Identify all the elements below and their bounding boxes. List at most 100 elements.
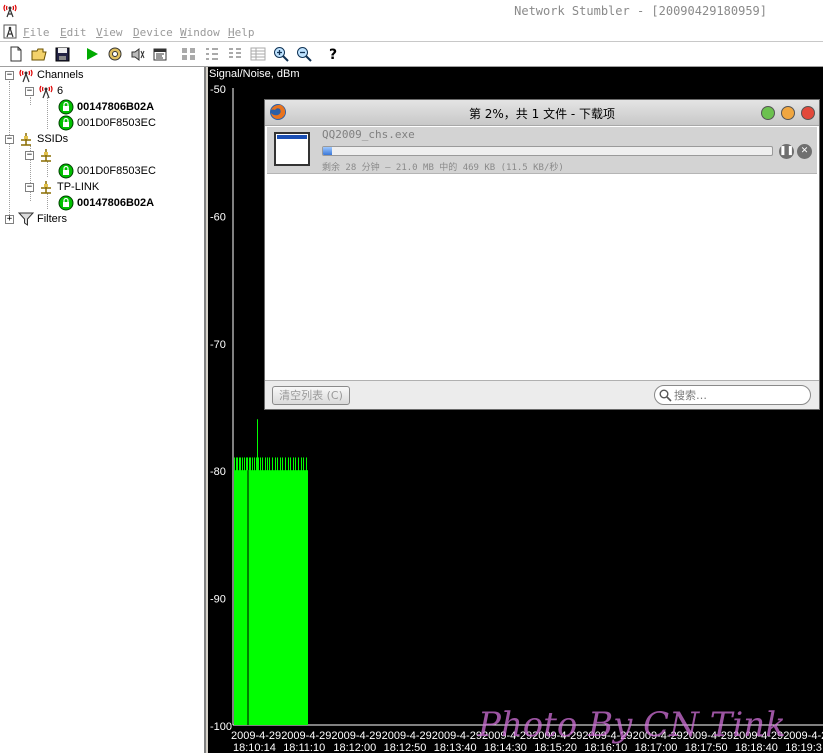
download-status: 剩余 28 分钟 — 21.0 MB 中的 469 KB (11.5 KB/秒) <box>322 163 564 173</box>
signal-bar <box>288 457 289 725</box>
signal-bar <box>270 470 271 725</box>
window-title: Network Stumbler - [20090429180959] <box>514 4 767 18</box>
play-icon[interactable] <box>83 45 101 63</box>
zoom-out-icon[interactable] <box>295 45 313 63</box>
tree-node-ap[interactable]: 001D0F8503EC <box>58 115 156 131</box>
tree-node-ap[interactable]: 00147806B02A <box>58 195 154 211</box>
zoom-in-icon[interactable] <box>272 45 290 63</box>
ssid-icon <box>41 181 51 194</box>
signal-bar <box>284 470 285 725</box>
signal-bar <box>289 470 290 725</box>
small-icons-icon[interactable] <box>203 45 221 63</box>
document-antenna-icon[interactable] <box>3 24 17 39</box>
expand-toggle[interactable]: + <box>5 214 14 224</box>
x-tick-time: 18:12:50 <box>384 742 427 753</box>
pause-button[interactable]: ❚❚ <box>779 144 794 159</box>
x-tick-time: 18:18:40 <box>735 742 778 753</box>
secure-ap-green-icon <box>58 195 74 211</box>
signal-bar <box>283 470 284 725</box>
signal-bar <box>296 470 297 725</box>
y-tick-label: -80 <box>210 466 226 478</box>
signal-bar <box>304 470 305 725</box>
menu-window[interactable]: Window <box>180 26 220 39</box>
tree-node-ssid-tplink[interactable]: − TP-LINK <box>25 179 99 195</box>
scan-options-icon[interactable] <box>106 45 124 63</box>
x-tick-date: 2009-4-29 <box>783 730 823 742</box>
signal-bar <box>298 457 299 725</box>
signal-bar <box>236 457 237 725</box>
x-tick-date: 2009-4-29 <box>683 730 733 742</box>
collapse-toggle[interactable]: − <box>25 182 34 192</box>
minimize-button[interactable] <box>761 106 775 120</box>
menu-file[interactable]: File <box>23 26 50 39</box>
secure-ap-green-icon <box>58 99 74 115</box>
menu-device[interactable]: Device <box>133 26 173 39</box>
signal-bar <box>252 457 253 725</box>
signal-bar <box>261 470 262 725</box>
maximize-button[interactable] <box>781 106 795 120</box>
signal-bar <box>239 457 240 725</box>
x-tick-time: 18:17:00 <box>635 742 678 753</box>
download-progress-fill <box>323 147 332 155</box>
signal-bar <box>258 457 259 725</box>
signal-bar <box>285 457 286 725</box>
help-icon[interactable]: ? <box>325 45 343 63</box>
x-tick-time: 18:12:00 <box>333 742 376 753</box>
toolbar-separator <box>317 45 318 64</box>
signal-bar <box>263 470 264 725</box>
save-icon[interactable] <box>53 45 71 63</box>
x-tick-time: 18:10:14 <box>233 742 276 753</box>
signal-bar <box>302 470 303 725</box>
collapse-toggle[interactable]: − <box>5 134 14 144</box>
properties-icon[interactable] <box>151 45 169 63</box>
clear-list-button[interactable]: 清空列表 (C) <box>272 386 350 405</box>
tree-node-ap[interactable]: 001D0F8503EC <box>58 163 156 179</box>
signal-bar <box>265 457 266 725</box>
svg-text:?: ? <box>329 47 337 62</box>
tree-node-channels[interactable]: − Channels <box>5 67 83 83</box>
tree-node-filters[interactable]: + Filters <box>5 211 67 227</box>
download-window: 第 2%，共 1 文件 - 下载项 QQ2009_chs.exe 剩余 28 分… <box>264 99 820 410</box>
signal-bar <box>292 470 293 725</box>
menu-help[interactable]: Help <box>228 26 255 39</box>
tree-node-ssids[interactable]: − SSIDs <box>5 131 68 147</box>
menu-view[interactable]: View <box>96 26 123 39</box>
download-item[interactable]: QQ2009_chs.exe 剩余 28 分钟 — 21.0 MB 中的 469… <box>267 127 817 174</box>
cancel-button[interactable]: ✕ <box>797 144 812 159</box>
tree-connector <box>47 193 48 209</box>
speaker-icon[interactable] <box>129 45 147 63</box>
x-tick-date: 2009-4-29 <box>432 730 482 742</box>
tree-node-channel-6[interactable]: − 6 <box>25 83 63 99</box>
tree-node-ap[interactable]: 00147806B02A <box>58 99 154 115</box>
y-tick-label: -90 <box>210 594 226 606</box>
menu-edit[interactable]: Edit <box>60 26 87 39</box>
collapse-toggle[interactable]: − <box>25 150 34 160</box>
tree-node-label: Filters <box>37 213 67 225</box>
signal-bar <box>243 470 244 725</box>
list-icon[interactable] <box>226 45 244 63</box>
signal-bar <box>242 457 243 725</box>
signal-bar <box>262 457 263 725</box>
tree-node-ssid-blank[interactable]: − <box>25 147 57 163</box>
signal-bar <box>238 470 239 725</box>
ssid-icon <box>41 149 51 162</box>
tree-panel: − Channels − 6 00147806B02A 001D0F8503EC… <box>0 67 206 753</box>
signal-bar <box>260 457 261 725</box>
close-button[interactable] <box>801 106 815 120</box>
signal-bar <box>295 457 296 725</box>
new-document-icon[interactable] <box>7 45 25 63</box>
signal-bar <box>303 457 304 725</box>
details-icon[interactable] <box>249 45 267 63</box>
signal-bar <box>271 470 272 725</box>
collapse-toggle[interactable]: − <box>5 70 14 80</box>
collapse-toggle[interactable]: − <box>25 86 34 96</box>
large-icons-icon[interactable] <box>180 45 198 63</box>
download-window-titlebar[interactable]: 第 2%，共 1 文件 - 下载项 <box>265 100 819 126</box>
search-input[interactable] <box>674 387 804 403</box>
signal-bar <box>300 470 301 725</box>
tree-node-label: 001D0F8503EC <box>77 117 156 129</box>
x-tick-time: 18:14:30 <box>484 742 527 753</box>
open-folder-icon[interactable] <box>30 45 48 63</box>
signal-bar <box>240 457 241 725</box>
signal-bar <box>294 470 295 725</box>
